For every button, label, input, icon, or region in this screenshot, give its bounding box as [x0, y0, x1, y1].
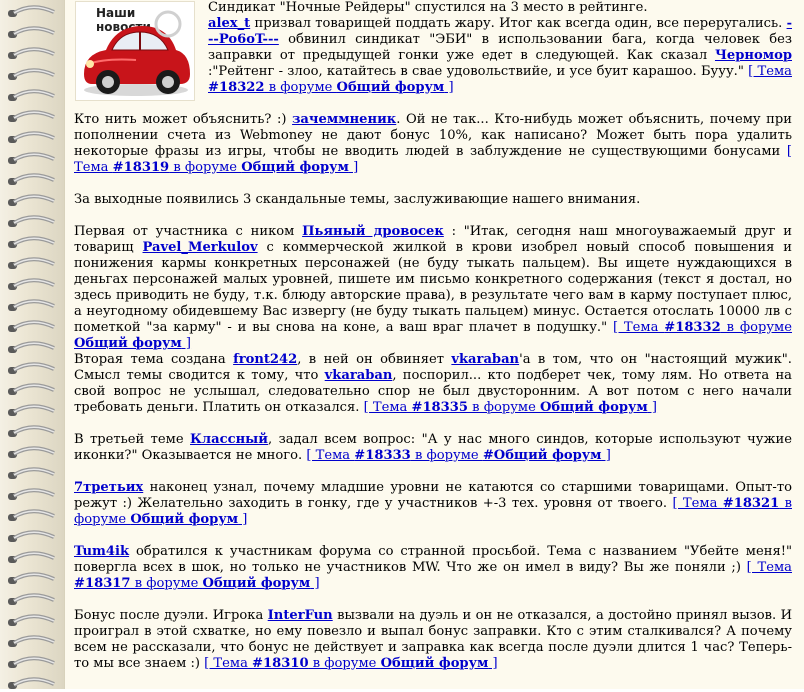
news-item-9: Бонус после дуэли. Игрока InterFun вызва… [74, 608, 792, 672]
news-item-8: Tum4ik обратился к участникам форума со … [74, 544, 792, 592]
user-link[interactable]: 7третьих [74, 480, 143, 495]
binder-ring-icon [8, 593, 55, 605]
topic-link[interactable]: [ Тема #18310 в форуме Общий форум ] [204, 656, 497, 671]
binder-ring-icon [8, 446, 55, 458]
binder-ring-icon [8, 509, 55, 521]
binder-ring-icon [8, 425, 55, 437]
news-item-2: Кто нить может объяснить? :) зачеммненик… [74, 112, 792, 176]
binder-ring-icon [8, 320, 55, 332]
news-text: Синдикат "Ночные Рейдеры" спустился на 3… [208, 0, 648, 15]
binder-ring-icon [8, 404, 55, 416]
user-link[interactable]: Tum4ik [74, 544, 129, 559]
news-text: призвал товарищей поддать жару. Итог как… [250, 16, 783, 31]
user-link[interactable]: Черномор [715, 48, 792, 63]
binder-ring-icon [8, 572, 55, 584]
user-link[interactable]: vkaraban [451, 352, 519, 367]
user-link[interactable]: Pavel_Merkulov [143, 240, 258, 255]
news-text: Кто нить может объяснить? :) [74, 112, 293, 127]
binder-ring-icon [8, 341, 55, 353]
binder-ring-icon [8, 635, 55, 647]
news-page: Наши новости Синдикат "Ночные Рейдеры" с… [64, 0, 804, 689]
binder-ring-icon [8, 47, 55, 59]
news-text: , в ней он обвиняет [297, 352, 452, 367]
binder-ring-icon [8, 299, 55, 311]
binder-ring-icon [8, 215, 55, 227]
news-item-7: 7третьих наконец узнал, почему младшие у… [74, 480, 792, 528]
binder-ring-icon [8, 194, 55, 206]
binder-ring-icon [8, 656, 55, 668]
topic-link[interactable]: [ Тема #18333 в форуме #Общий форум ] [306, 448, 610, 463]
binder-ring-icon [8, 173, 55, 185]
red-car-icon [84, 10, 190, 96]
binder-ring-icon [8, 110, 55, 122]
binder-ring-icon [8, 68, 55, 80]
news-item-6: В третьей теме Классный, задал всем вопр… [74, 432, 792, 464]
news-item-4: Первая от участника с ником Пьяный дрово… [74, 224, 792, 352]
news-item-3: За выходные появились 3 скандальные темы… [74, 192, 792, 208]
binder-ring-icon [8, 677, 55, 689]
binder-ring-icon [8, 278, 55, 290]
news-text: За выходные появились 3 скандальные темы… [74, 192, 641, 207]
binder-ring-icon [8, 89, 55, 101]
binder-ring-icon [8, 131, 55, 143]
binder-ring-icon [8, 5, 55, 17]
binder-ring-icon [8, 152, 55, 164]
binder-ring-icon [8, 467, 55, 479]
news-image: Наши новости [75, 1, 195, 101]
binder-ring-icon [8, 530, 55, 542]
binder-ring-icon [8, 614, 55, 626]
user-link[interactable]: front242 [233, 352, 297, 367]
notebook-binder [0, 0, 65, 689]
topic-link[interactable]: [ Тема #18335 в форуме Общий форум ] [364, 400, 657, 415]
binder-ring-icon [8, 551, 55, 563]
news-text: В третьей теме [74, 432, 191, 447]
news-text: Первая от участника с ником [74, 224, 303, 239]
user-link[interactable]: alex_t [208, 16, 250, 31]
binder-ring-icon [8, 383, 55, 395]
news-text: Бонус после дуэли. Игрока [74, 608, 268, 623]
binder-ring-icon [8, 362, 55, 374]
user-link[interactable]: Пьяный дровосек [302, 224, 444, 239]
news-text: обвинил синдикат "ЭБИ" в использовании б… [208, 32, 792, 63]
news-text: :"Рейтенг - злоо, катайтесь в свае удово… [208, 64, 749, 79]
user-link[interactable]: Классный [190, 432, 268, 447]
binder-ring-icon [8, 26, 55, 38]
news-item-1: Синдикат "Ночные Рейдеры" спустился на 3… [208, 0, 792, 96]
user-link[interactable]: зачеммненик [292, 112, 396, 127]
binder-ring-icon [8, 488, 55, 500]
news-text: обратился к участникам форума со странно… [74, 544, 792, 575]
binder-ring-icon [8, 236, 55, 248]
user-link[interactable]: vkaraban [325, 368, 393, 383]
news-item-5: Вторая тема создана front242, в ней он о… [74, 352, 792, 416]
news-text: Вторая тема создана [74, 352, 234, 367]
user-link[interactable]: InterFun [268, 608, 333, 623]
binder-ring-icon [8, 257, 55, 269]
